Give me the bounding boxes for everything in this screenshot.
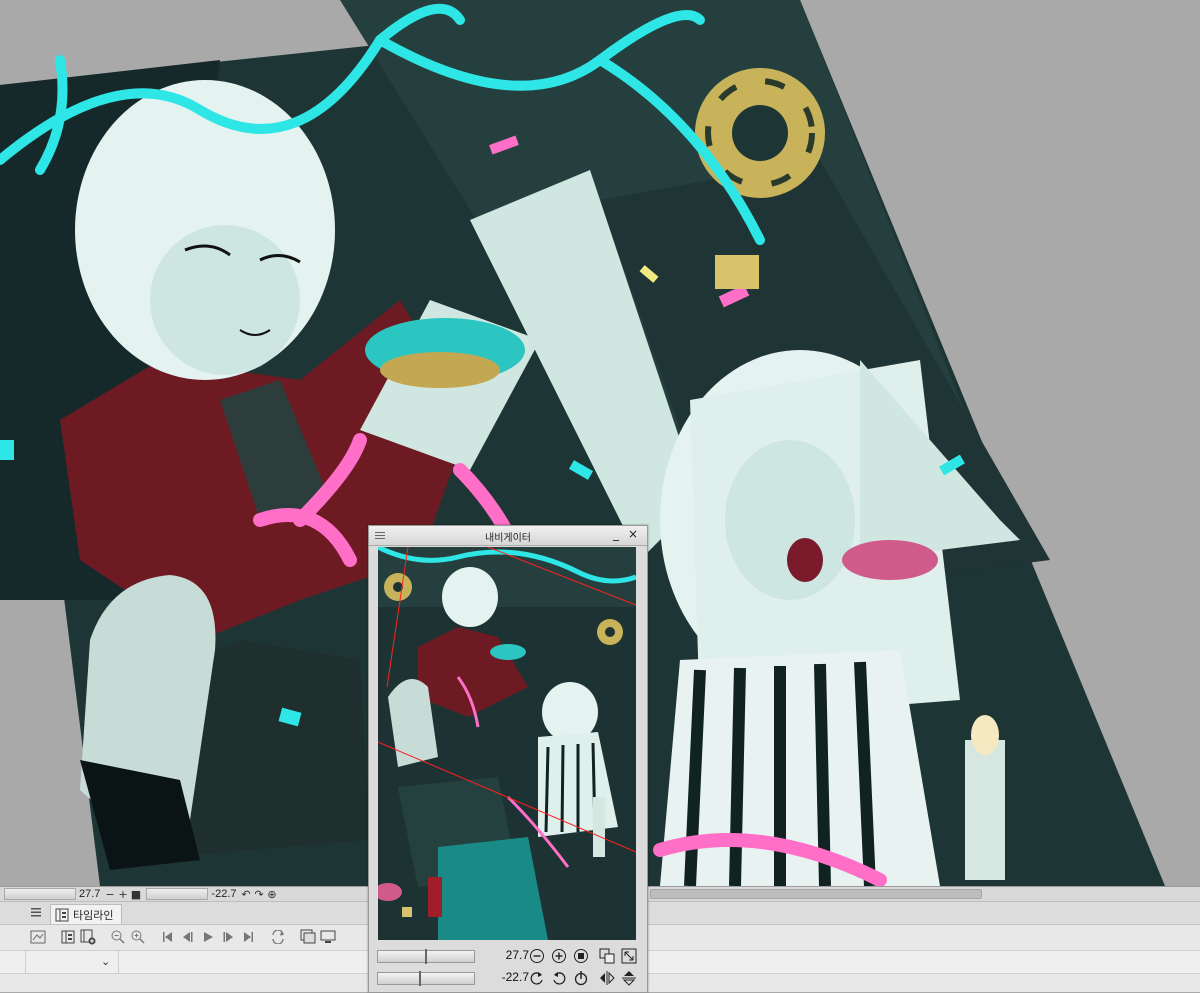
next-frame-icon[interactable] bbox=[218, 927, 238, 947]
tab-timeline-label: 타임라인 bbox=[73, 908, 114, 922]
zoom-slider[interactable] bbox=[377, 949, 475, 964]
last-frame-icon[interactable] bbox=[238, 927, 258, 947]
add-frame-icon[interactable] bbox=[78, 927, 98, 947]
reset-rotation-icon[interactable] bbox=[573, 970, 589, 986]
preview-thumbnail bbox=[378, 547, 636, 940]
zoom-in-icon[interactable] bbox=[128, 927, 148, 947]
onion-skin-icon[interactable] bbox=[298, 927, 318, 947]
close-button[interactable]: × bbox=[626, 527, 640, 543]
loop-icon[interactable] bbox=[268, 927, 288, 947]
stop-icon[interactable] bbox=[573, 948, 589, 964]
expand-icon[interactable] bbox=[621, 948, 637, 964]
rotate-right-icon[interactable] bbox=[551, 970, 567, 986]
rotate-right-icon[interactable]: ↷ bbox=[253, 888, 266, 901]
zoom-slider-knob[interactable] bbox=[425, 949, 427, 964]
chevron-down-icon[interactable]: ⌄ bbox=[101, 955, 110, 968]
rotate-slider[interactable] bbox=[377, 971, 475, 986]
light-table-icon[interactable] bbox=[318, 927, 338, 947]
stop-button[interactable]: ■ bbox=[129, 888, 142, 901]
zoom-value: 27.7 bbox=[79, 888, 101, 900]
hanging-donut bbox=[695, 68, 825, 198]
zoom-out-icon[interactable] bbox=[529, 948, 545, 964]
navigator-title-bar[interactable]: 내비게이터 _ × bbox=[369, 526, 647, 546]
navigator-title: 내비게이터 bbox=[485, 533, 531, 544]
navigator-rotate-value: -22.7 bbox=[501, 970, 529, 984]
rotate-value: -22.7 bbox=[211, 888, 237, 900]
navigator-controls: 27.7 -22.7 bbox=[369, 942, 647, 992]
zoom-track[interactable] bbox=[4, 888, 76, 900]
reset-rotation-icon[interactable]: ⊕ bbox=[266, 888, 279, 901]
hamburger-icon[interactable] bbox=[30, 906, 42, 918]
first-frame-icon[interactable] bbox=[158, 927, 178, 947]
fit-to-window-icon[interactable] bbox=[599, 948, 615, 964]
zoom-in-button[interactable]: + bbox=[116, 888, 129, 901]
prev-frame-icon[interactable] bbox=[178, 927, 198, 947]
zoom-out-button[interactable]: − bbox=[103, 888, 116, 901]
minimize-button[interactable]: _ bbox=[609, 527, 623, 543]
flip-horizontal-icon[interactable] bbox=[599, 970, 615, 986]
rotate-track[interactable] bbox=[146, 888, 209, 900]
zoom-in-icon[interactable] bbox=[551, 948, 567, 964]
zoom-out-icon[interactable] bbox=[108, 927, 128, 947]
play-icon[interactable] bbox=[198, 927, 218, 947]
frame-icon[interactable] bbox=[58, 927, 78, 947]
navigator-zoom-value: 27.7 bbox=[505, 948, 529, 962]
new-timeline-icon[interactable] bbox=[28, 927, 48, 947]
tab-timeline[interactable]: 타임라인 bbox=[50, 904, 123, 924]
flip-vertical-icon[interactable] bbox=[621, 970, 637, 986]
timeline-icon bbox=[55, 908, 69, 921]
rotate-left-icon[interactable]: ↶ bbox=[240, 888, 253, 901]
rotate-left-icon[interactable] bbox=[529, 970, 545, 986]
horizontal-scrollbar[interactable] bbox=[650, 889, 982, 899]
navigator-preview[interactable] bbox=[378, 547, 636, 940]
rotate-slider-knob[interactable] bbox=[419, 971, 421, 986]
navigator-panel: 내비게이터 _ × 27.7 -22.7 bbox=[368, 525, 648, 993]
track-name-cell[interactable]: ⌄ bbox=[25, 951, 119, 973]
